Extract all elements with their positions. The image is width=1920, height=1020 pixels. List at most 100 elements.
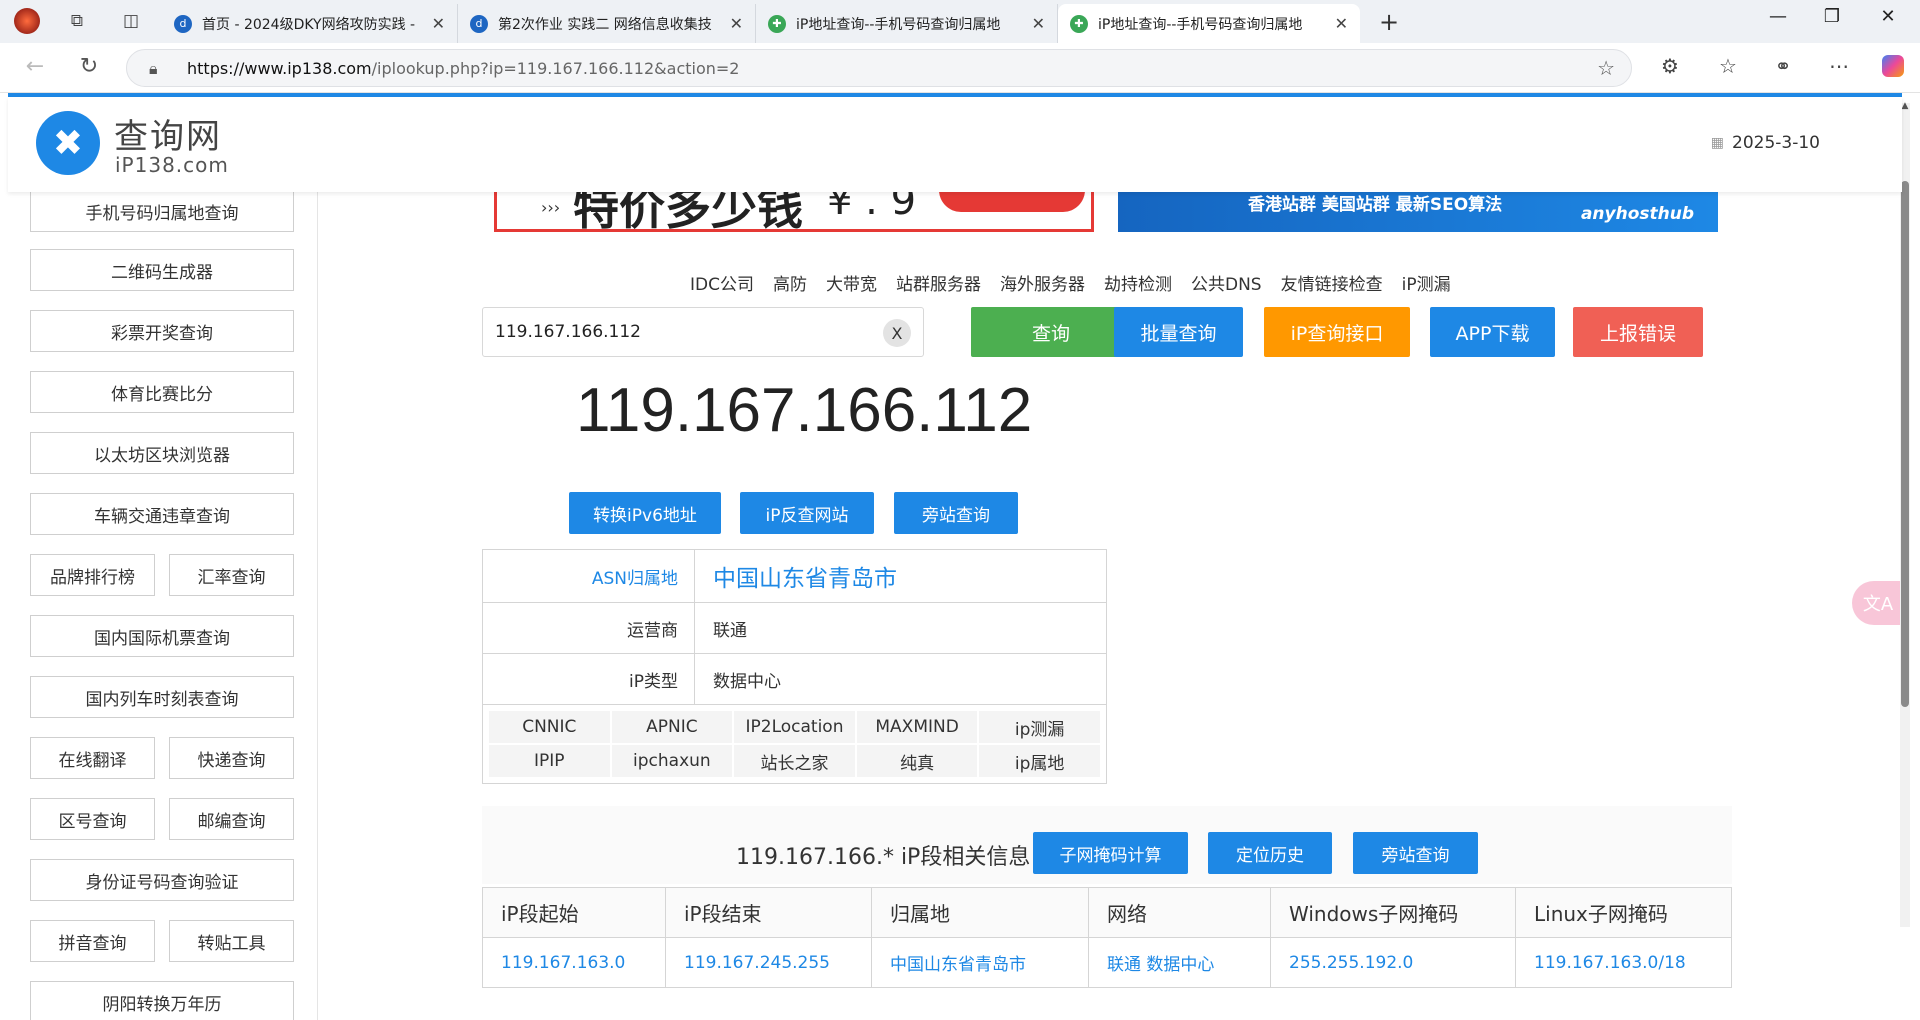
link-friendlink[interactable]: 友情链接检查 <box>1281 270 1383 295</box>
source-link[interactable]: IP2Location <box>734 711 855 743</box>
ad-banner-left[interactable]: ››› 特价多少钱 ¥ . 9 <box>494 192 1094 232</box>
sidebar-item[interactable]: 阴阳转换万年历 <box>30 981 294 1020</box>
sidebar-item[interactable]: 以太坊区块浏览器 <box>30 432 294 474</box>
sidebar-item[interactable]: 彩票开奖查询 <box>30 310 294 352</box>
tab-title: 首页 - 2024级DKY网络攻防实践 - <box>202 16 416 33</box>
site-logo-icon[interactable]: ✖ <box>36 111 100 175</box>
tab-favicon-icon: ✚ <box>1070 14 1088 33</box>
ip-api-button[interactable]: iP查询接口 <box>1264 307 1410 357</box>
source-link[interactable]: ip测漏 <box>979 711 1100 743</box>
translate-floating-icon[interactable]: 文A <box>1852 581 1904 625</box>
reload-icon[interactable]: ↻ <box>74 54 104 79</box>
table-cell[interactable]: 119.167.163.0/18 <box>1516 938 1732 988</box>
source-link[interactable]: APNIC <box>611 711 733 743</box>
tab-actions-icon[interactable]: ◫ <box>118 8 144 34</box>
convert-ipv6-button[interactable]: 转换iPv6地址 <box>569 492 721 534</box>
tab-4-active[interactable]: ✚ iP地址查询--手机号码查询归属地 ✕ <box>1058 4 1360 43</box>
link-ddos[interactable]: 高防 <box>773 270 807 295</box>
sidebar-item[interactable]: 国内列车时刻表查询 <box>30 676 294 718</box>
location-history-button[interactable]: 定位历史 <box>1208 832 1332 874</box>
sidebar-item[interactable]: 二维码生成器 <box>30 249 294 291</box>
collections-icon[interactable]: ⚭ <box>1768 54 1798 78</box>
sidebar: 手机号码归属地查询 二维码生成器 彩票开奖查询 体育比赛比分 以太坊区块浏览器 … <box>8 190 318 1020</box>
link-overseas[interactable]: 海外服务器 <box>1000 270 1085 295</box>
vertical-scrollbar[interactable]: ▲ <box>1900 101 1910 927</box>
source-link[interactable]: ipchaxun <box>611 745 733 777</box>
batch-query-button[interactable]: 批量查询 <box>1114 307 1243 357</box>
sidebar-item[interactable]: 转贴工具 <box>169 920 294 962</box>
sidebar-item[interactable]: 邮编查询 <box>169 798 294 840</box>
scrollbar-thumb[interactable] <box>1901 181 1909 707</box>
link-site-group[interactable]: 站群服务器 <box>896 270 981 295</box>
subnet-calc-button[interactable]: 子网掩码计算 <box>1033 832 1188 874</box>
reverse-ip-button[interactable]: iP反查网站 <box>740 492 874 534</box>
link-ip-leak[interactable]: iP测漏 <box>1402 270 1451 295</box>
table-cell[interactable]: 255.255.192.0 <box>1270 937 1516 988</box>
table-cell[interactable]: 119.167.163.0 <box>482 937 666 988</box>
extensions-icon[interactable]: ⚙ <box>1655 54 1685 78</box>
sidebar-item[interactable]: 快递查询 <box>169 737 294 779</box>
lock-icon[interactable]: 🔒︎ <box>149 59 158 79</box>
link-bandwidth[interactable]: 大带宽 <box>826 270 877 295</box>
logo-subtitle[interactable]: iP138.com <box>115 153 229 177</box>
url-host: https://www.ip138.com <box>187 58 372 78</box>
info-key: 运营商 <box>483 603 695 653</box>
tab-2[interactable]: d 第2次作业 实践二 网络信息收集技 ✕ <box>458 4 756 43</box>
close-icon[interactable]: ✕ <box>730 14 743 33</box>
table-header: Windows子网掩码 <box>1270 887 1516 938</box>
new-tab-icon[interactable]: + <box>1374 8 1404 36</box>
tab-title: iP地址查询--手机号码查询归属地 <box>1098 16 1303 33</box>
source-link[interactable]: ip属地 <box>979 745 1100 777</box>
favorites-icon[interactable]: ☆ <box>1713 54 1743 78</box>
source-link[interactable]: 纯真 <box>856 745 978 777</box>
workspaces-icon[interactable]: ⧉ <box>64 8 90 34</box>
source-link[interactable]: CNNIC <box>489 711 610 743</box>
table-cell[interactable]: 中国山东省青岛市 <box>871 937 1089 988</box>
sidebar-item[interactable]: 品牌排行榜 <box>30 554 155 596</box>
profile-avatar-icon[interactable] <box>14 8 40 34</box>
source-link[interactable]: IPIP <box>489 745 610 777</box>
link-dns[interactable]: 公共DNS <box>1191 270 1262 295</box>
sidebar-item[interactable]: 在线翻译 <box>30 737 155 779</box>
back-icon[interactable]: ← <box>20 54 50 79</box>
ad-banner-right[interactable]: 香港站群 美国站群 最新SEO算法 anyhosthub <box>1118 192 1718 232</box>
close-icon[interactable]: ✕ <box>1335 14 1348 33</box>
app-download-button[interactable]: APP下载 <box>1430 307 1555 357</box>
info-value-location[interactable]: 中国山东省青岛市 <box>695 550 1106 602</box>
sidebar-item[interactable]: 区号查询 <box>30 798 155 840</box>
sidebar-item[interactable]: 手机号码归属地查询 <box>30 190 294 232</box>
restore-icon[interactable]: ❐ <box>1812 6 1852 27</box>
logo-title[interactable]: 查询网 <box>114 109 222 158</box>
ip-search-input[interactable]: 119.167.166.112 X <box>482 307 924 357</box>
sidebar-item[interactable]: 拼音查询 <box>30 920 155 962</box>
query-button[interactable]: 查询 <box>971 307 1131 357</box>
clear-search-icon[interactable]: X <box>883 319 911 347</box>
segment-side-site-button[interactable]: 旁站查询 <box>1353 832 1478 874</box>
sidebar-item[interactable]: 车辆交通违章查询 <box>30 493 294 535</box>
favorite-star-icon[interactable]: ☆ <box>1597 56 1615 80</box>
table-header: iP段起始 <box>482 887 666 938</box>
close-icon[interactable]: ✕ <box>1032 14 1045 33</box>
link-hijack[interactable]: 劫持检测 <box>1104 270 1172 295</box>
window-close-icon[interactable]: ✕ <box>1868 6 1908 27</box>
sidebar-item[interactable]: 身份证号码查询验证 <box>30 859 294 901</box>
ip-address-heading: 119.167.166.112 <box>576 376 1033 445</box>
sidebar-item[interactable]: 国内国际机票查询 <box>30 615 294 657</box>
copilot-icon[interactable] <box>1878 54 1908 78</box>
sidebar-item[interactable]: 汇率查询 <box>169 554 294 596</box>
source-link[interactable]: MAXMIND <box>856 711 978 743</box>
tab-title: iP地址查询--手机号码查询归属地 <box>796 16 1001 33</box>
side-site-button[interactable]: 旁站查询 <box>894 492 1018 534</box>
url-field[interactable]: 🔒︎ https://www.ip138.com/iplookup.php?ip… <box>126 49 1632 87</box>
report-error-button[interactable]: 上报错误 <box>1573 307 1703 357</box>
table-cell[interactable]: 119.167.245.255 <box>665 937 872 988</box>
more-menu-icon[interactable]: ⋯ <box>1824 54 1854 78</box>
link-idc[interactable]: IDC公司 <box>690 270 754 295</box>
table-cell[interactable]: 联通 数据中心 <box>1088 937 1271 988</box>
sidebar-item[interactable]: 体育比赛比分 <box>30 371 294 413</box>
source-link[interactable]: 站长之家 <box>734 745 855 777</box>
tab-1[interactable]: d 首页 - 2024级DKY网络攻防实践 - ✕ <box>162 4 458 43</box>
tab-3[interactable]: ✚ iP地址查询--手机号码查询归属地 ✕ <box>756 4 1058 43</box>
close-icon[interactable]: ✕ <box>432 14 445 33</box>
minimize-icon[interactable]: — <box>1758 6 1798 27</box>
